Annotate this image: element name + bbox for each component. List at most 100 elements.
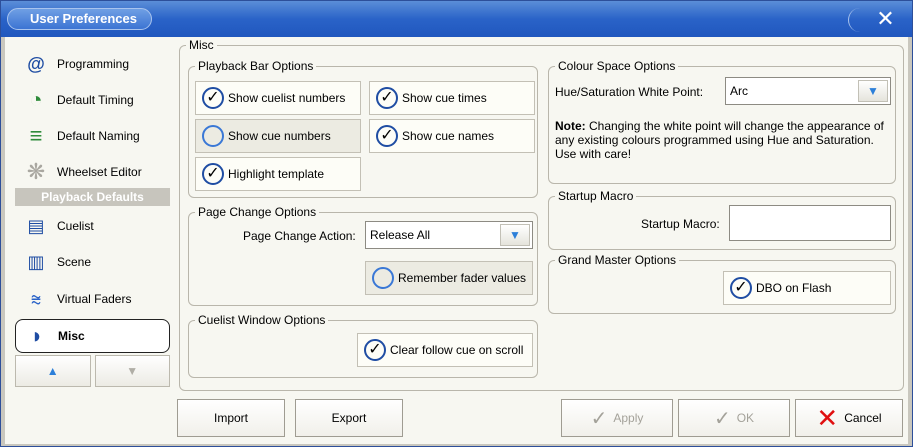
scroll-up-button[interactable]: ▲	[15, 355, 91, 387]
sidebar-item-label: Programming	[57, 57, 130, 71]
programming-icon: @	[27, 53, 45, 74]
note-text: Changing the white point will change the…	[555, 119, 884, 161]
close-icon: ✕	[876, 6, 895, 31]
naming-icon: ≡	[29, 123, 43, 148]
startup-macro-input[interactable]	[729, 205, 891, 241]
sidebar-item-default-timing[interactable]: ◔ Default Timing	[15, 83, 170, 117]
remember-fader-values-toggle[interactable]: ✓ Remember fader values	[365, 261, 533, 295]
show-cue-names-toggle[interactable]: ✓ Show cue names	[369, 119, 535, 153]
grand-master-options-group: Grand Master Options ✓ DBO on Flash	[548, 253, 896, 314]
white-point-value: Arc	[730, 84, 748, 98]
chevron-down-icon[interactable]: ▼	[500, 224, 530, 246]
sidebar-item-label: Default Timing	[57, 93, 134, 107]
close-button[interactable]: ✕	[848, 8, 906, 32]
ok-button[interactable]: ✓ OK	[678, 399, 790, 437]
show-cue-numbers-toggle[interactable]: ✓ Show cue numbers	[195, 119, 361, 153]
export-button[interactable]: Export	[295, 399, 403, 437]
dbo-on-flash-toggle[interactable]: ✓ DBO on Flash	[723, 271, 891, 305]
sidebar-item-label: Virtual Faders	[57, 292, 132, 306]
sidebar-item-wheelset-editor[interactable]: ❋ Wheelset Editor	[15, 155, 170, 189]
toggle-label: Show cue times	[402, 91, 487, 105]
export-button-label: Export	[331, 411, 367, 425]
sidebar-item-virtual-faders[interactable]: ⩬ Virtual Faders	[15, 282, 170, 316]
wheelset-icon: ❋	[26, 159, 46, 184]
sidebar-item-label: Cuelist	[57, 219, 94, 233]
chevron-down-icon[interactable]: ▼	[858, 80, 888, 102]
cuelist-window-options-group: Cuelist Window Options ✓ Clear follow cu…	[188, 313, 538, 378]
sidebar-item-programming[interactable]: @ Programming	[15, 47, 170, 81]
cuelist-window-options-title: Cuelist Window Options	[195, 313, 329, 327]
cancel-button-label: Cancel	[844, 411, 882, 425]
startup-macro-title: Startup Macro	[555, 189, 637, 203]
colour-space-options-title: Colour Space Options	[555, 59, 679, 73]
checkmark-icon: ✓	[590, 407, 608, 430]
checkmark-icon: ✓	[713, 407, 731, 430]
playback-bar-options-title: Playback Bar Options	[195, 59, 317, 73]
sidebar-scroll-buttons: ▲ ▼	[15, 355, 170, 387]
up-arrow-icon: ▲	[46, 364, 59, 378]
misc-icon: ◗	[30, 323, 44, 348]
show-cue-times-toggle[interactable]: ✓ Show cue times	[369, 81, 535, 115]
toggle-label: Show cue numbers	[228, 129, 331, 143]
apply-button-label: Apply	[613, 411, 644, 425]
toggle-label: Remember fader values	[398, 271, 527, 285]
toggle-label: Highlight template	[228, 167, 325, 181]
sidebar-item-cuelist[interactable]: ▤ Cuelist	[15, 209, 170, 243]
show-cuelist-numbers-toggle[interactable]: ✓ Show cuelist numbers	[195, 81, 361, 115]
toggle-label: Show cuelist numbers	[228, 91, 346, 105]
clock-icon: ◔	[29, 87, 43, 112]
sidebar-item-label: Default Naming	[57, 129, 140, 143]
page-change-action-value: Release All	[370, 228, 431, 242]
misc-group: Misc Playback Bar Options ✓ Show cuelist…	[179, 38, 904, 391]
page-change-action-select[interactable]: Release All ▼	[365, 221, 533, 249]
unchecked-icon: ✓	[372, 267, 394, 289]
unchecked-icon: ✓	[202, 125, 224, 147]
scene-icon: ▥	[27, 251, 45, 272]
note-bold: Note:	[555, 119, 586, 133]
user-preferences-window: User Preferences ✕ @ Programming ◔ Defau…	[0, 0, 913, 447]
cross-icon: ✕	[816, 402, 839, 433]
sidebar-item-label: Scene	[57, 255, 92, 269]
sidebar-item-label: Misc	[58, 329, 85, 343]
sidebar-item-label: Wheelset Editor	[57, 165, 142, 179]
down-arrow-icon: ▼	[126, 364, 139, 378]
window-title: User Preferences	[7, 8, 152, 30]
sidebar: @ Programming ◔ Default Timing ≡ Default…	[15, 45, 170, 395]
grand-master-options-title: Grand Master Options	[555, 253, 680, 267]
apply-button[interactable]: ✓ Apply	[561, 399, 673, 437]
scroll-down-button[interactable]: ▼	[94, 355, 170, 387]
white-point-label: Hue/Saturation White Point:	[555, 85, 704, 99]
checkmark-icon: ✓	[364, 339, 386, 361]
toggle-label: Show cue names	[402, 129, 495, 143]
white-point-note: Note: Changing the white point will chan…	[555, 119, 891, 161]
cancel-button[interactable]: ✕ Cancel	[795, 399, 903, 437]
misc-group-title: Misc	[186, 38, 217, 52]
toggle-label: DBO on Flash	[756, 281, 832, 295]
highlight-template-toggle[interactable]: ✓ Highlight template	[195, 157, 361, 191]
sidebar-item-misc[interactable]: ◗ Misc	[15, 319, 170, 353]
ok-button-label: OK	[736, 411, 755, 425]
virtual-faders-icon: ⩬	[30, 288, 42, 309]
cuelist-icon: ▤	[27, 215, 45, 236]
checkmark-icon: ✓	[376, 87, 398, 109]
page-change-action-label: Page Change Action:	[243, 229, 356, 243]
import-button-label: Import	[213, 411, 248, 425]
page-change-options-group: Page Change Options Page Change Action: …	[188, 205, 538, 306]
checkmark-icon: ✓	[730, 277, 752, 299]
sidebar-item-scene[interactable]: ▥ Scene	[15, 245, 170, 279]
toggle-label: Clear follow cue on scroll	[390, 343, 524, 357]
client-area: @ Programming ◔ Default Timing ≡ Default…	[5, 37, 908, 444]
checkmark-icon: ✓	[202, 87, 224, 109]
page-change-options-title: Page Change Options	[195, 205, 320, 219]
startup-macro-label: Startup Macro:	[641, 217, 720, 231]
sidebar-section-playback-defaults: Playback Defaults	[15, 188, 170, 206]
checkmark-icon: ✓	[202, 163, 224, 185]
checkmark-icon: ✓	[376, 125, 398, 147]
import-button[interactable]: Import	[177, 399, 285, 437]
white-point-select[interactable]: Arc ▼	[725, 77, 891, 105]
startup-macro-group: Startup Macro Startup Macro:	[548, 189, 896, 250]
sidebar-item-default-naming[interactable]: ≡ Default Naming	[15, 119, 170, 153]
clear-follow-cue-toggle[interactable]: ✓ Clear follow cue on scroll	[357, 333, 533, 367]
playback-bar-options-group: Playback Bar Options ✓ Show cuelist numb…	[188, 59, 538, 198]
title-bar[interactable]: User Preferences ✕	[1, 1, 912, 37]
